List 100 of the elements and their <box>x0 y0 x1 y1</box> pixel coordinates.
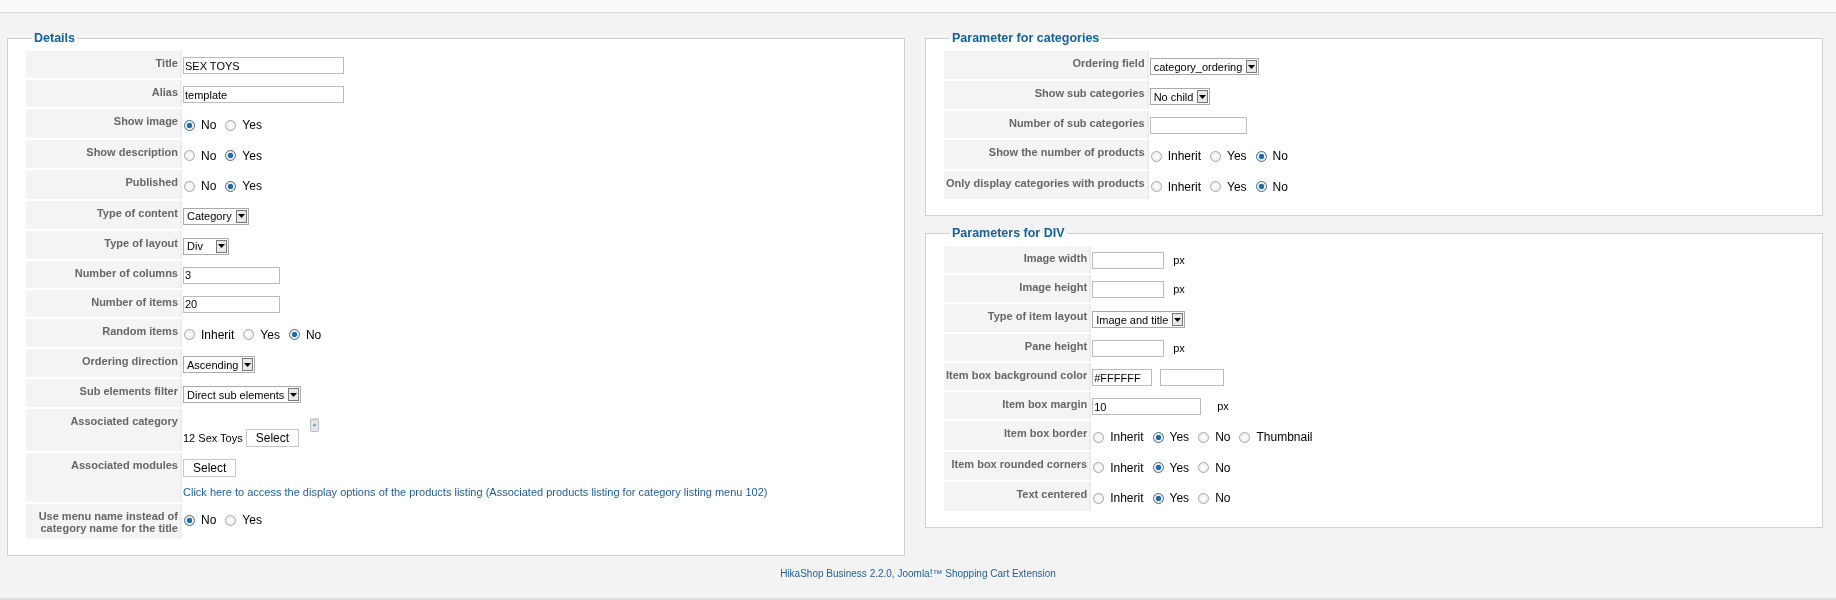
caret-icon <box>1197 90 1209 103</box>
panel-title: Parameter for categories <box>951 31 1101 45</box>
radio-label[interactable]: Inherit <box>201 327 235 342</box>
dropdown[interactable]: Category <box>183 207 249 225</box>
select-button[interactable]: Select <box>183 459 237 477</box>
text-field[interactable] <box>1092 340 1165 357</box>
color-swatch[interactable] <box>1160 369 1225 386</box>
text-field[interactable] <box>1149 117 1247 134</box>
unit-label: px <box>1173 253 1185 266</box>
radio-label[interactable]: Thumbnail <box>1256 430 1313 444</box>
radio-button[interactable] <box>1198 462 1210 473</box>
radio-label[interactable]: Yes <box>1227 149 1247 163</box>
radio-button[interactable] <box>1150 181 1162 192</box>
field-label: Type of item layout <box>987 310 1088 322</box>
field-label: Show sub categories <box>1034 87 1145 99</box>
radio-label[interactable]: Yes <box>1227 179 1247 194</box>
radio-button[interactable] <box>1093 462 1105 473</box>
dropdown[interactable]: Div <box>183 237 229 255</box>
field-label: Number of columns <box>74 266 178 279</box>
radio-label[interactable]: Inherit <box>1110 430 1144 444</box>
dropdown[interactable]: Image and title <box>1092 311 1186 328</box>
radio-label[interactable]: Yes <box>242 179 262 193</box>
select-button[interactable]: Select <box>245 429 300 447</box>
field-label: Item box rounded corners <box>951 457 1088 470</box>
dropdown[interactable]: Direct sub elements <box>183 386 302 403</box>
radio-label[interactable]: No <box>1215 430 1231 444</box>
radio-label[interactable]: Yes <box>260 327 280 342</box>
radio-label[interactable]: Yes <box>1169 430 1190 444</box>
panel-title: Parameters for DIV <box>951 226 1066 240</box>
field-label: Random items <box>102 324 178 337</box>
text-field[interactable]: SEX TOYS <box>183 57 344 74</box>
radio-label[interactable]: Inherit <box>1110 491 1144 505</box>
radio-button[interactable] <box>1150 150 1162 162</box>
radio-label[interactable]: No <box>1215 460 1231 475</box>
radio-label[interactable]: No <box>1272 179 1288 194</box>
radio-label[interactable]: Yes <box>1169 491 1190 505</box>
text-field[interactable]: 3 <box>183 266 280 284</box>
dropdown[interactable]: No child <box>1149 88 1211 105</box>
radio-button[interactable] <box>225 514 237 526</box>
radio-label[interactable]: Yes <box>242 148 262 163</box>
radio-button[interactable] <box>225 119 237 131</box>
text-field[interactable]: template <box>183 86 344 103</box>
radio-button[interactable] <box>1255 150 1267 162</box>
dropdown[interactable]: category_ordering <box>1149 58 1260 75</box>
radio-button[interactable] <box>225 180 237 192</box>
radio-button[interactable] <box>1152 431 1164 443</box>
field-label: Title <box>155 57 178 69</box>
radio-label[interactable]: Inherit <box>1110 460 1144 475</box>
footer-text[interactable]: HikaShop Business 2.2.0, Joomla!™ Shopping Cart Extension <box>780 568 1056 579</box>
field-label: Show the number of products <box>988 146 1145 158</box>
field-label: Type of layout <box>104 236 178 249</box>
radio-button[interactable] <box>243 329 255 340</box>
field-label: Text centered <box>1016 488 1088 500</box>
radio-button[interactable] <box>225 150 237 161</box>
radio-button[interactable] <box>184 150 195 161</box>
radio-button[interactable] <box>1198 492 1210 504</box>
radio-label[interactable]: No <box>201 148 217 163</box>
radio-label[interactable]: No <box>201 118 217 132</box>
trash-icon[interactable] <box>310 418 320 432</box>
radio-button[interactable] <box>184 180 195 192</box>
caret-icon <box>216 239 227 253</box>
dropdown[interactable]: Ascending <box>183 356 256 373</box>
radio-button[interactable] <box>1198 431 1210 443</box>
color-field[interactable]: #FFFFFF <box>1092 369 1153 386</box>
text-field[interactable]: 10 <box>1092 398 1202 415</box>
radio-label[interactable]: Yes <box>1169 460 1190 475</box>
field-label: Item box margin <box>1002 398 1088 410</box>
text-field[interactable] <box>1092 281 1165 298</box>
radio-button[interactable] <box>1152 492 1164 504</box>
category-name: 12 Sex Toys <box>183 432 243 444</box>
radio-label[interactable]: No <box>201 513 217 527</box>
radio-button[interactable] <box>184 329 195 340</box>
field-label: Image height <box>1019 281 1088 293</box>
field-label: Ordering field <box>1072 57 1145 69</box>
radio-label[interactable]: No <box>305 327 322 342</box>
radio-label[interactable]: No <box>1215 491 1231 505</box>
radio-button[interactable] <box>184 514 195 526</box>
text-field[interactable]: 20 <box>183 295 280 313</box>
radio-button[interactable] <box>1093 492 1105 504</box>
radio-button[interactable] <box>184 119 195 131</box>
radio-button[interactable] <box>1255 181 1267 192</box>
radio-label[interactable]: Inherit <box>1167 179 1201 194</box>
radio-button[interactable] <box>1093 431 1105 443</box>
radio-label[interactable]: Yes <box>242 118 262 132</box>
radio-button[interactable] <box>1210 150 1221 162</box>
display-options-link[interactable]: Click here to access the display options of the products listing (Associated products listing for category listing menu 102) <box>183 486 768 498</box>
text-field[interactable] <box>1092 252 1165 269</box>
field-label: Item box background color <box>946 369 1088 381</box>
radio-button[interactable] <box>1239 431 1251 443</box>
radio-label[interactable]: No <box>201 179 217 193</box>
radio-button[interactable] <box>288 329 300 340</box>
radio-label[interactable]: Inherit <box>1167 149 1201 163</box>
radio-button[interactable] <box>1152 462 1164 473</box>
radio-label[interactable]: No <box>1272 149 1288 163</box>
radio-button[interactable] <box>1210 181 1221 192</box>
radio-label[interactable]: Yes <box>242 513 262 527</box>
caret-icon <box>288 388 300 401</box>
unit-label: px <box>1217 399 1229 412</box>
field-label: Alias <box>151 86 178 98</box>
field-label: Number of sub categories <box>1008 117 1145 129</box>
